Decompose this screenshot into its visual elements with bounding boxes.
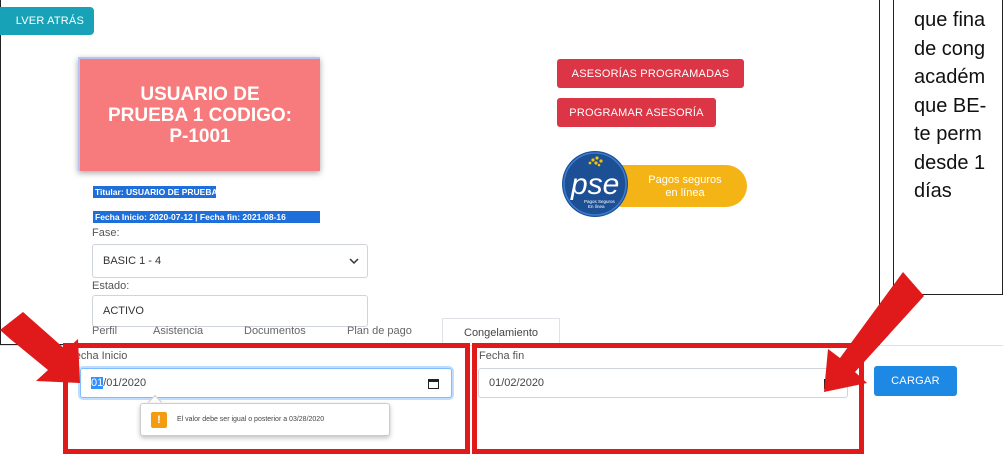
- pse-sub-2: En línea: [588, 204, 605, 209]
- note-line: de cong: [914, 37, 986, 60]
- annotation-highlight-fecha-fin: [472, 343, 864, 454]
- chevron-down-icon: [349, 258, 359, 265]
- cargar-button[interactable]: CARGAR: [874, 366, 957, 396]
- titular-text: Titular: USUARIO DE PRUEBA 1: [93, 186, 225, 198]
- estado-label: Estado:: [92, 280, 130, 292]
- fase-select[interactable]: BASIC 1 - 4: [92, 244, 368, 278]
- user-card-line-2: PRUEBA 1 CODIGO:: [107, 104, 293, 126]
- user-card-line-1: USUARIO DE: [140, 83, 260, 105]
- tab-plan-de-pago[interactable]: Plan de pago: [347, 325, 412, 337]
- note-line: días: [914, 180, 952, 202]
- user-card-line-3: P-1001: [169, 125, 231, 147]
- annotation-highlight-fecha-inicio: [63, 343, 470, 454]
- programar-asesoria-button[interactable]: PROGRAMAR ASESORÍA: [557, 98, 716, 127]
- app-panel: [0, 0, 880, 345]
- note-line: te perm: [914, 123, 982, 145]
- estado-value: ACTIVO: [103, 305, 144, 317]
- tab-documentos[interactable]: Documentos: [244, 325, 306, 337]
- note-line: desde 1: [914, 151, 986, 174]
- fase-label: Fase:: [92, 227, 120, 239]
- fechas-text: Fecha Inicio: 2020-07-12 | Fecha fin: 20…: [93, 211, 320, 223]
- pse-tagline-1: Pagos seguros: [648, 174, 722, 186]
- annotation-note: que fina de cong académ que BE- te perm …: [893, 0, 1003, 295]
- fase-value: BASIC 1 - 4: [103, 255, 162, 267]
- user-card: USUARIO DE PRUEBA 1 CODIGO: P-1001: [78, 57, 320, 171]
- note-line: académ: [914, 66, 986, 88]
- tab-congelamiento[interactable]: Congelamiento: [442, 318, 560, 346]
- pse-brand: pse: [570, 168, 619, 201]
- pse-logo[interactable]: pse Pagos Seguros En línea Pagos seguros…: [561, 150, 747, 218]
- note-line: que BE-: [914, 94, 987, 117]
- tab-perfil[interactable]: Perfil: [92, 325, 117, 337]
- pse-tagline-2: en línea: [665, 187, 705, 199]
- tab-asistencia[interactable]: Asistencia: [153, 325, 203, 337]
- estado-input[interactable]: ACTIVO: [92, 295, 368, 327]
- note-line: que fina: [914, 9, 986, 31]
- asesorias-programadas-button[interactable]: ASESORÍAS PROGRAMADAS: [557, 59, 744, 88]
- back-button[interactable]: LVER ATRÁS: [0, 7, 94, 35]
